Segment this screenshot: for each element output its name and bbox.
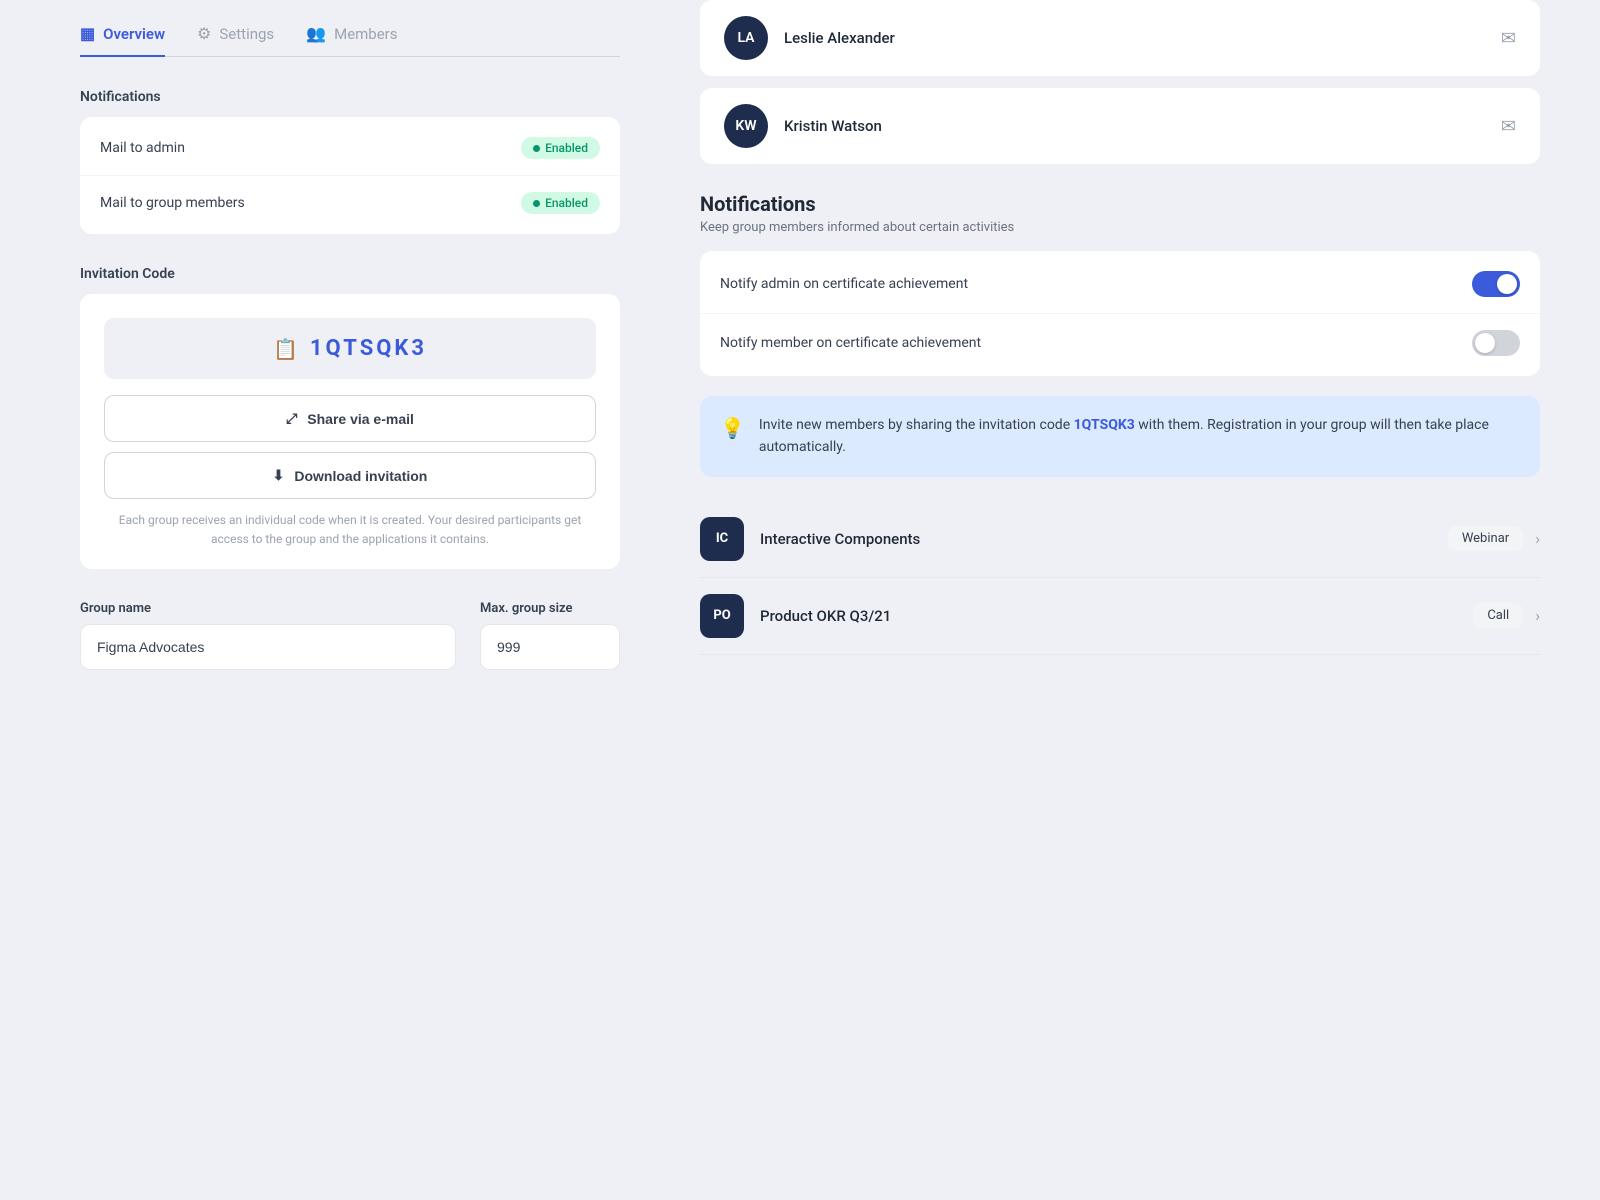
course-avatar-ic: IC	[700, 517, 744, 561]
download-icon: ⬇	[273, 467, 285, 484]
group-name-input[interactable]	[80, 624, 456, 670]
course-row-po: PO Product OKR Q3/21 Call ›	[700, 578, 1540, 655]
info-box: 💡 Invite new members by sharing the invi…	[700, 396, 1540, 477]
download-invitation-button[interactable]: ⬇ Download invitation	[104, 452, 596, 499]
right-notifications-sub: Keep group members informed about certai…	[700, 220, 1540, 235]
member-card-kw: KW Kristin Watson ✉	[700, 88, 1540, 164]
status-badge-members: Enabled	[521, 192, 600, 214]
tabs: ▦ Overview ⚙ Settings 👥 Members	[80, 0, 620, 57]
share-email-button[interactable]: ⤢ Share via e-mail	[104, 395, 596, 442]
tab-settings[interactable]: ⚙ Settings	[197, 24, 274, 57]
tab-overview[interactable]: ▦ Overview	[80, 24, 165, 57]
right-panel: LA Leslie Alexander ✉ KW Kristin Watson …	[660, 0, 1600, 1200]
copy-icon: 📋	[273, 337, 298, 361]
avatar-la: LA	[724, 16, 768, 60]
toggle-row-member: Notify member on certificate achievement	[700, 314, 1540, 372]
group-name-group: Group name	[80, 601, 456, 670]
course-avatar-po: PO	[700, 594, 744, 638]
invitation-code-label: Invitation Code	[80, 266, 620, 282]
right-notifications-title: Notifications	[700, 192, 1540, 216]
toggle-card: Notify admin on certificate achievement …	[700, 251, 1540, 376]
badge-dot-members	[533, 200, 540, 207]
toggle-row-admin: Notify admin on certificate achievement	[700, 255, 1540, 314]
member-name-kw: Kristin Watson	[784, 117, 882, 135]
member-info-kw: KW Kristin Watson	[724, 104, 882, 148]
member-card-la: LA Leslie Alexander ✉	[700, 0, 1540, 76]
group-name-label: Group name	[80, 601, 456, 616]
code-display: 📋 1QTSQK3	[104, 318, 596, 379]
mail-icon-la[interactable]: ✉	[1501, 28, 1516, 49]
mail-icon-kw[interactable]: ✉	[1501, 116, 1516, 137]
course-left-po: PO Product OKR Q3/21	[700, 594, 891, 638]
toggle-admin[interactable]	[1472, 271, 1520, 297]
toggle-member[interactable]	[1472, 330, 1520, 356]
notification-row-admin: Mail to admin Enabled	[80, 121, 620, 176]
member-info-la: LA Leslie Alexander	[724, 16, 895, 60]
avatar-kw: KW	[724, 104, 768, 148]
toggle-thumb-admin	[1497, 274, 1517, 294]
course-right-po: Call ›	[1473, 603, 1540, 628]
max-group-size-group: Max. group size ▲ ▼	[480, 601, 620, 670]
members-icon: 👥	[306, 24, 326, 43]
share-icon: ⤢	[286, 410, 297, 427]
max-group-size-label: Max. group size	[480, 601, 620, 616]
course-left-ic: IC Interactive Components	[700, 517, 920, 561]
group-form-row: Group name Max. group size ▲ ▼	[80, 601, 620, 670]
toggle-thumb-member	[1475, 333, 1495, 353]
notifications-card: Mail to admin Enabled Mail to group memb…	[80, 117, 620, 234]
course-tag-po: Call	[1473, 603, 1523, 628]
bulb-icon: 💡	[720, 416, 745, 459]
course-row-ic: IC Interactive Components Webinar ›	[700, 501, 1540, 578]
info-text: Invite new members by sharing the invita…	[759, 414, 1520, 459]
chevron-icon-po[interactable]: ›	[1535, 606, 1540, 625]
course-name-po: Product OKR Q3/21	[760, 607, 891, 625]
group-size-stepper: ▲ ▼	[480, 624, 620, 670]
left-panel: ▦ Overview ⚙ Settings 👥 Members Notifica…	[0, 0, 660, 1200]
badge-dot-admin	[533, 145, 540, 152]
invitation-code-text: 1QTSQK3	[310, 336, 427, 361]
invitation-note: Each group receives an individual code w…	[104, 511, 596, 549]
group-size-input[interactable]	[481, 625, 620, 669]
course-name-ic: Interactive Components	[760, 530, 920, 548]
courses-list: IC Interactive Components Webinar › PO P…	[700, 501, 1540, 655]
course-right-ic: Webinar ›	[1448, 526, 1540, 551]
tab-members[interactable]: 👥 Members	[306, 24, 397, 57]
notifications-section-label: Notifications	[80, 89, 620, 105]
notification-row-members: Mail to group members Enabled	[80, 176, 620, 230]
member-name-la: Leslie Alexander	[784, 29, 895, 47]
settings-icon: ⚙	[197, 24, 211, 43]
status-badge-admin: Enabled	[521, 137, 600, 159]
chevron-icon-ic[interactable]: ›	[1535, 529, 1540, 548]
invitation-card: 📋 1QTSQK3 ⤢ Share via e-mail ⬇ Download …	[80, 294, 620, 569]
overview-icon: ▦	[80, 24, 95, 43]
course-tag-ic: Webinar	[1448, 526, 1523, 551]
